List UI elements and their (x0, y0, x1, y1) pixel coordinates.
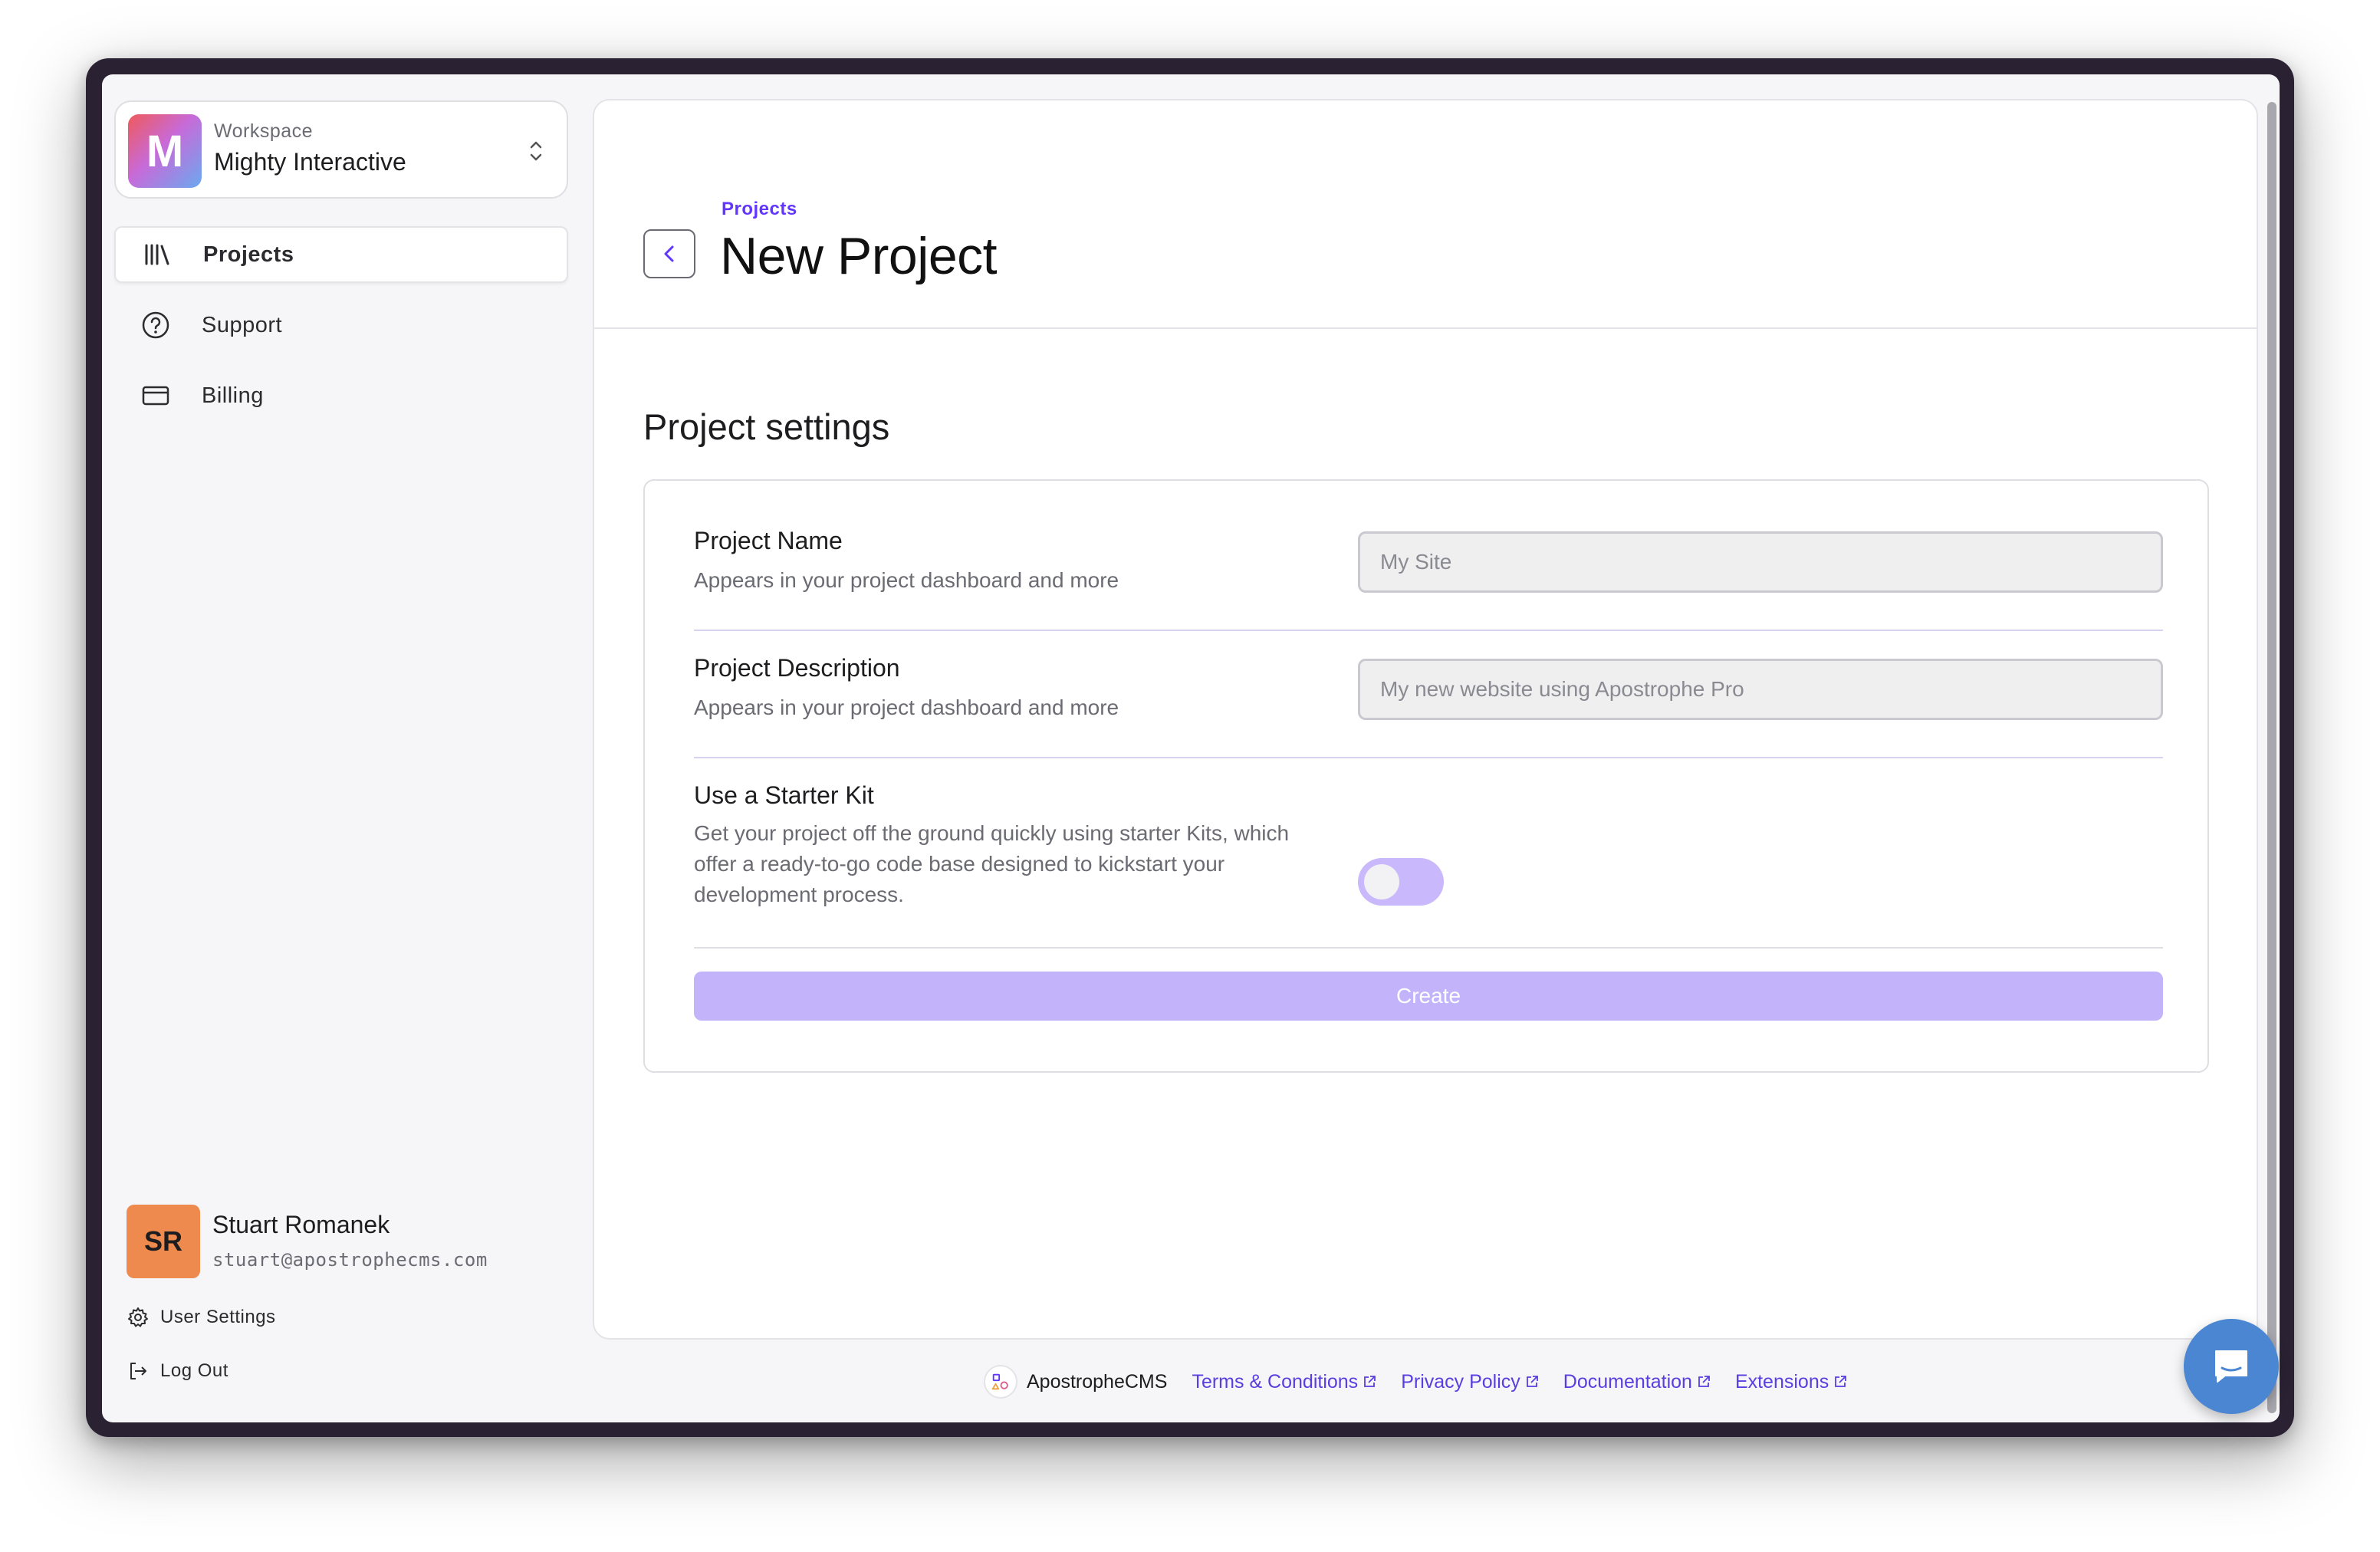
sidebar-item-support[interactable]: Support (114, 297, 568, 353)
app-window: M Workspace Mighty Interactive Projects … (102, 74, 2280, 1422)
sidebar-item-label: Projects (203, 242, 294, 267)
divider (694, 630, 2163, 631)
workspace-name: Mighty Interactive (214, 148, 406, 176)
footer: ApostropheCMS Terms & Conditions Privacy… (984, 1363, 1872, 1401)
settings-form: Project Name Appears in your project das… (643, 479, 2209, 1073)
starter-kit-toggle[interactable] (1358, 858, 1444, 906)
page-title: New Project (720, 227, 998, 285)
chat-bubble-icon (2215, 1350, 2247, 1383)
external-link-icon (1835, 1376, 1847, 1387)
project-name-input[interactable] (1358, 531, 2163, 593)
project-name-label: Project Name (694, 527, 843, 554)
sidebar-item-label: Support (202, 312, 283, 337)
divider (694, 757, 2163, 758)
library-icon (145, 244, 169, 265)
project-description-input[interactable] (1358, 659, 2163, 720)
logout-label: Log Out (160, 1360, 228, 1381)
footer-link-privacy[interactable]: Privacy Policy (1401, 1371, 1539, 1393)
external-link-icon (1364, 1376, 1376, 1387)
project-description-help: Appears in your project dashboard and mo… (694, 695, 1119, 719)
user-name: Stuart Romanek (212, 1211, 390, 1238)
starter-kit-label: Use a Starter Kit (694, 781, 874, 809)
section-title: Project settings (643, 406, 890, 447)
workspace-logo: M (128, 114, 202, 188)
logout-link[interactable]: Log Out (127, 1360, 228, 1383)
divider (694, 947, 2163, 949)
chat-support-button[interactable] (2184, 1319, 2279, 1414)
breadcrumb[interactable]: Projects (722, 199, 797, 220)
footer-link-documentation[interactable]: Documentation (1563, 1371, 1711, 1393)
project-description-label: Project Description (694, 654, 900, 682)
footer-link-terms[interactable]: Terms & Conditions (1192, 1371, 1376, 1393)
footer-link-extensions[interactable]: Extensions (1735, 1371, 1847, 1393)
user-email: stuart@apostrophecms.com (212, 1249, 488, 1271)
scrollbar-thumb[interactable] (2267, 102, 2276, 1413)
chevron-left-icon (664, 245, 674, 262)
workspace-switcher[interactable]: M Workspace Mighty Interactive (114, 100, 568, 199)
footer-link-label: Extensions (1734, 1370, 1829, 1393)
sidebar-item-billing[interactable]: Billing (114, 367, 568, 424)
gear-icon (128, 1307, 148, 1327)
apostrophe-logo-icon (984, 1365, 1017, 1399)
project-name-help: Appears in your project dashboard and mo… (694, 568, 1119, 592)
logout-icon (130, 1363, 146, 1379)
sidebar-item-label: Billing (202, 383, 264, 408)
user-settings-label: User Settings (160, 1307, 276, 1327)
help-circle-icon (142, 311, 169, 339)
footer-brand: ApostropheCMS (1027, 1370, 1168, 1393)
toggle-knob (1364, 864, 1399, 899)
external-link-icon (1526, 1376, 1538, 1387)
user-avatar: SR (127, 1205, 200, 1278)
chevron-up-down-icon (530, 141, 542, 161)
sidebar-item-projects[interactable]: Projects (114, 226, 568, 283)
credit-card-icon (142, 386, 169, 406)
starter-kit-help: Get your project off the ground quickly … (694, 821, 1290, 906)
main-content: Projects New Project Project settings Pr… (593, 99, 2258, 1340)
footer-link-label: Terms & Conditions (1192, 1370, 1359, 1393)
create-button[interactable]: Create (694, 972, 2163, 1021)
page-header: Projects New Project (594, 100, 2257, 329)
user-settings-link[interactable]: User Settings (127, 1306, 276, 1329)
footer-link-label: Privacy Policy (1401, 1370, 1520, 1393)
footer-link-label: Documentation (1563, 1370, 1692, 1393)
external-link-icon (1698, 1376, 1710, 1387)
back-button[interactable] (643, 229, 695, 278)
workspace-label: Workspace (214, 120, 314, 142)
